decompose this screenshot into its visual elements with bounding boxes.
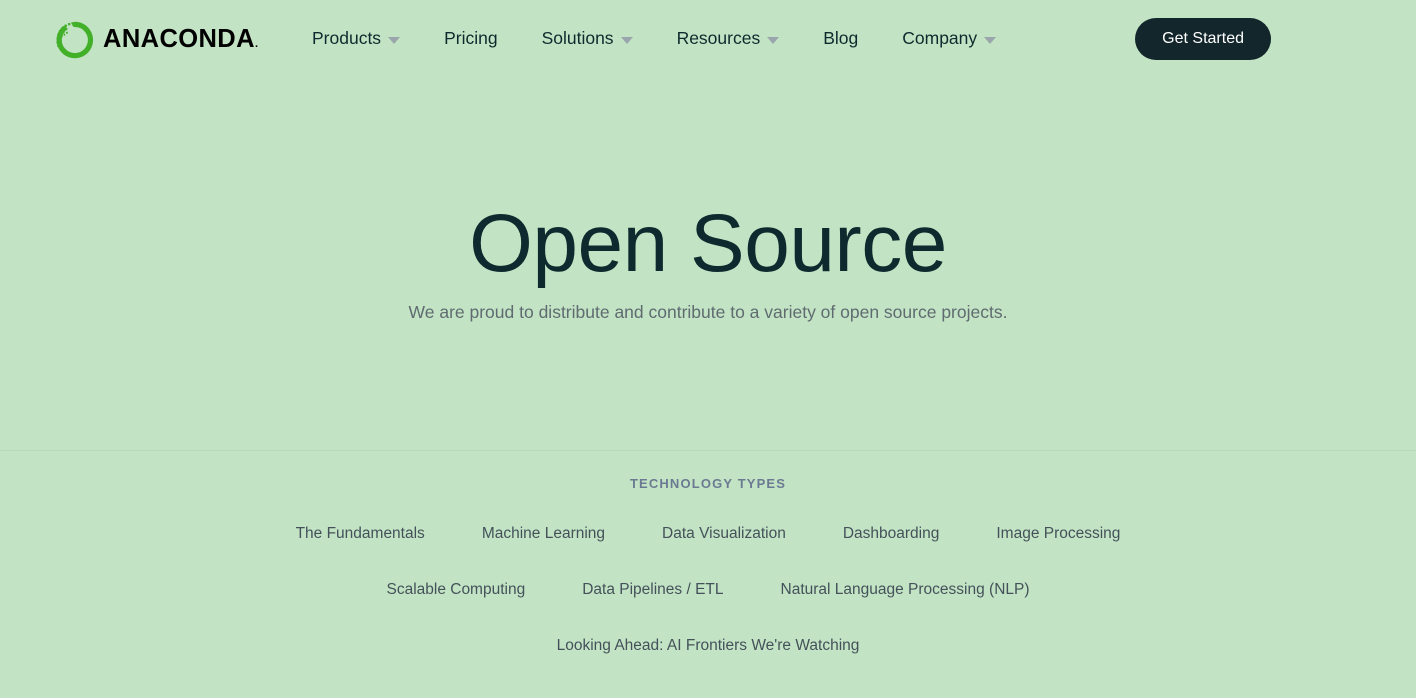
nav-item-label: Resources xyxy=(676,28,761,49)
brand-trademark-dot: . xyxy=(254,38,259,51)
technology-types-row: Scalable Computing Data Pipelines / ETL … xyxy=(0,573,1416,607)
hero-subtitle: We are proud to distribute and contribut… xyxy=(408,302,1008,322)
anaconda-ring-logo-icon xyxy=(56,21,94,59)
tech-link-looking-ahead-ai-frontiers[interactable]: Looking Ahead: AI Frontiers We're Watchi… xyxy=(557,629,860,663)
nav-item-blog[interactable]: Blog xyxy=(801,30,880,48)
technology-types-list: The Fundamentals Machine Learning Data V… xyxy=(0,517,1416,663)
technology-types-row: Looking Ahead: AI Frontiers We're Watchi… xyxy=(0,629,1416,663)
tech-link-image-processing[interactable]: Image Processing xyxy=(996,517,1120,551)
technology-types-section: TECHNOLOGY TYPES The Fundamentals Machin… xyxy=(0,451,1416,698)
technology-types-label: TECHNOLOGY TYPES xyxy=(629,476,787,491)
tech-link-data-pipelines-etl[interactable]: Data Pipelines / ETL xyxy=(582,573,723,607)
page-title: Open Source xyxy=(469,198,947,289)
tech-link-the-fundamentals[interactable]: The Fundamentals xyxy=(296,517,425,551)
hero-section: Open Source We are proud to distribute a… xyxy=(0,78,1416,450)
nav-item-label: Blog xyxy=(823,28,859,49)
nav-item-label: Solutions xyxy=(541,28,614,49)
nav-item-pricing[interactable]: Pricing xyxy=(422,30,520,48)
tech-link-dashboarding[interactable]: Dashboarding xyxy=(843,517,940,551)
site-header: ANACONDA. Products Pricing Solutions Res… xyxy=(0,0,1416,78)
nav-item-company[interactable]: Company xyxy=(880,30,1018,48)
page-root: ANACONDA. Products Pricing Solutions Res… xyxy=(0,0,1416,698)
nav-item-label: Pricing xyxy=(444,28,498,49)
get-started-button[interactable]: Get Started xyxy=(1135,18,1271,60)
brand-logo-link[interactable]: ANACONDA. xyxy=(54,20,258,60)
tech-link-machine-learning[interactable]: Machine Learning xyxy=(482,517,605,551)
nav-item-label: Company xyxy=(902,28,978,49)
tech-link-nlp[interactable]: Natural Language Processing (NLP) xyxy=(781,573,1030,607)
chevron-down-icon xyxy=(767,36,780,44)
chevron-down-icon xyxy=(984,36,997,44)
nav-item-products[interactable]: Products xyxy=(290,30,422,48)
tech-link-scalable-computing[interactable]: Scalable Computing xyxy=(386,573,525,607)
brand-wordmark: ANACONDA. xyxy=(103,25,259,54)
tech-link-data-visualization[interactable]: Data Visualization xyxy=(662,517,786,551)
technology-types-row: The Fundamentals Machine Learning Data V… xyxy=(0,517,1416,551)
chevron-down-icon xyxy=(620,36,633,44)
primary-navigation: Products Pricing Solutions Resources Blo… xyxy=(290,0,1018,78)
nav-item-solutions[interactable]: Solutions xyxy=(520,30,655,48)
nav-item-resources[interactable]: Resources xyxy=(655,30,802,48)
nav-item-label: Products xyxy=(312,28,382,49)
chevron-down-icon xyxy=(388,36,401,44)
